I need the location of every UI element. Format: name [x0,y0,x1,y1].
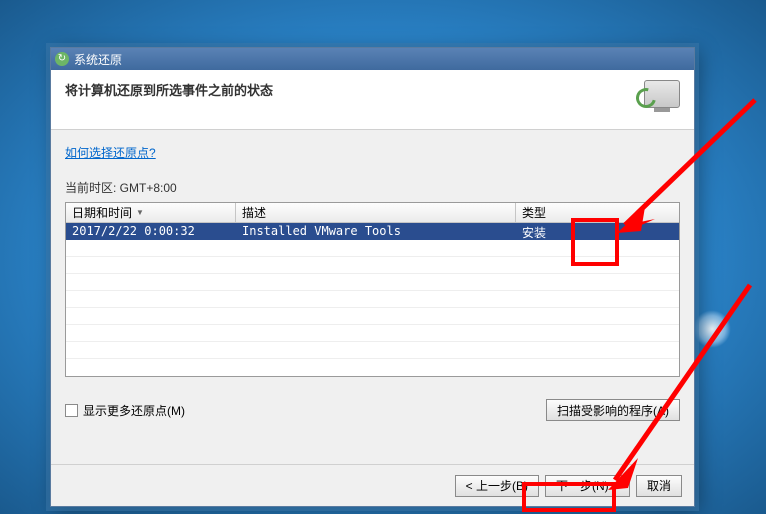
sort-desc-icon: ▼ [136,208,144,217]
checkbox-icon[interactable] [65,404,78,417]
table-header-row: 日期和时间 ▼ 描述 类型 [66,203,679,223]
cancel-button[interactable]: 取消 [636,475,682,497]
dialog-header: 将计算机还原到所选事件之前的状态 [51,70,694,130]
table-row[interactable]: 2017/2/22 0:00:32 Installed VMware Tools… [66,223,679,240]
cell-datetime: 2017/2/22 0:00:32 [66,223,236,240]
back-button[interactable]: < 上一步(B) [455,475,539,497]
column-header-type[interactable]: 类型 [516,203,679,222]
window-title: 系统还原 [74,51,122,68]
column-label: 日期和时间 [72,204,132,221]
cell-type: 安装 [516,223,679,240]
checkbox-label: 显示更多还原点(M) [83,402,185,419]
column-label: 描述 [242,204,266,221]
next-button[interactable]: 下一步(N) > [545,475,630,497]
page-title: 将计算机还原到所选事件之前的状态 [65,80,273,99]
title-bar[interactable]: 系统还原 [51,48,694,70]
show-more-checkbox[interactable]: 显示更多还原点(M) [65,402,185,419]
timezone-label: 当前时区: GMT+8:00 [65,179,680,196]
column-label: 类型 [522,204,546,221]
restore-icon [55,52,69,66]
restore-point-table[interactable]: 日期和时间 ▼ 描述 类型 2017/2/22 0:00:32 Installe… [65,202,680,377]
cell-description: Installed VMware Tools [236,223,516,240]
column-header-description[interactable]: 描述 [236,203,516,222]
system-restore-dialog: 系统还原 将计算机还原到所选事件之前的状态 如何选择还原点? 当前时区: GMT… [50,47,695,507]
help-link[interactable]: 如何选择还原点? [65,144,156,161]
column-header-datetime[interactable]: 日期和时间 ▼ [66,203,236,222]
desktop-glow [693,310,731,348]
scan-affected-button[interactable]: 扫描受影响的程序(A) [546,399,680,421]
wizard-footer: < 上一步(B) 下一步(N) > 取消 [51,464,694,506]
restore-header-icon [638,80,680,122]
